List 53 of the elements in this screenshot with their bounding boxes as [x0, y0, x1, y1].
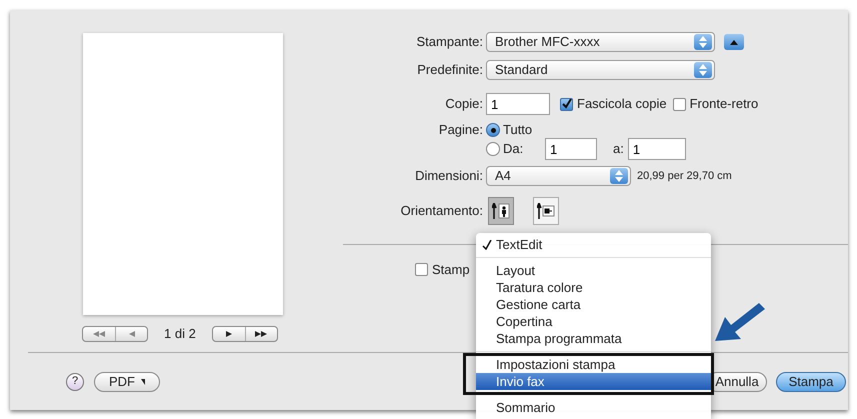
up-down-arrows-icon	[615, 170, 623, 182]
menu-item[interactable]: Invio fax	[476, 373, 711, 390]
menu-item[interactable]: Gestione carta	[476, 296, 711, 313]
up-triangle-icon	[730, 40, 738, 44]
field-label: Pagine:	[438, 121, 484, 140]
field-label: Orientamento:	[400, 202, 484, 220]
checkbox[interactable]	[672, 98, 686, 110]
checkmark-icon	[482, 240, 492, 250]
right-triangle-icon	[226, 330, 232, 337]
field-label: a:	[613, 140, 624, 158]
landscape-button[interactable]	[533, 197, 559, 225]
menu-item[interactable]: TextEdit	[476, 236, 711, 253]
paper-size-dropdown[interactable]: A4	[486, 166, 631, 186]
checkbox[interactable]	[560, 98, 573, 110]
left-triangle-icon	[128, 330, 134, 337]
checkbox-label: Fronte-retro	[690, 95, 758, 114]
field-label: Copie:	[444, 95, 484, 114]
double-left-triangle-icon	[93, 330, 105, 337]
caret-icon	[141, 378, 145, 384]
up-down-arrows-icon	[699, 36, 707, 48]
arrow-icon	[713, 303, 767, 343]
page-navigation-control[interactable]	[212, 326, 278, 342]
portrait-button[interactable]	[488, 197, 514, 225]
menu-item[interactable]: Copertina	[476, 313, 711, 330]
double-right-triangle-icon	[255, 330, 268, 337]
field-label: Stampante:	[416, 33, 484, 52]
menu-item[interactable]: Taratura colore	[476, 279, 711, 296]
checkbox[interactable]	[415, 263, 428, 276]
printer-dropdown[interactable]: Brother MFC-xxxx	[486, 32, 715, 52]
radio-label: Da:	[503, 140, 524, 158]
menu-item[interactable]: Sommario	[476, 399, 711, 416]
landscape-person-icon	[537, 203, 555, 219]
radio-label: Tutto	[503, 121, 532, 140]
portrait-person-icon	[492, 203, 510, 219]
radio-button[interactable]	[486, 123, 500, 137]
radio-button[interactable]	[486, 142, 500, 156]
checkbox-label: Fascicola copie	[577, 95, 667, 114]
page-counter: 1 di 2	[164, 325, 196, 343]
pdf-button[interactable]: PDF	[94, 372, 160, 392]
details-toggle-button[interactable]	[724, 34, 744, 50]
checkbox-label: Stamp	[432, 261, 470, 279]
presets-dropdown[interactable]: Standard	[486, 60, 715, 80]
field-label: Dimensioni:	[414, 167, 484, 186]
print-button[interactable]: Stampa	[776, 372, 846, 392]
field-label: Predefinite:	[416, 61, 484, 80]
up-down-arrows-icon	[699, 64, 707, 76]
copies-field[interactable]: 1	[486, 93, 550, 115]
help-button[interactable]: ?	[66, 372, 84, 390]
to-page-field[interactable]: 1	[628, 138, 686, 160]
menu-item[interactable]: Stampa programmata	[476, 330, 711, 347]
menu-item[interactable]: Layout	[476, 262, 711, 279]
from-page-field[interactable]: 1	[545, 138, 597, 160]
paper-dimensions: 20,99 per 29,70 cm	[637, 168, 732, 184]
